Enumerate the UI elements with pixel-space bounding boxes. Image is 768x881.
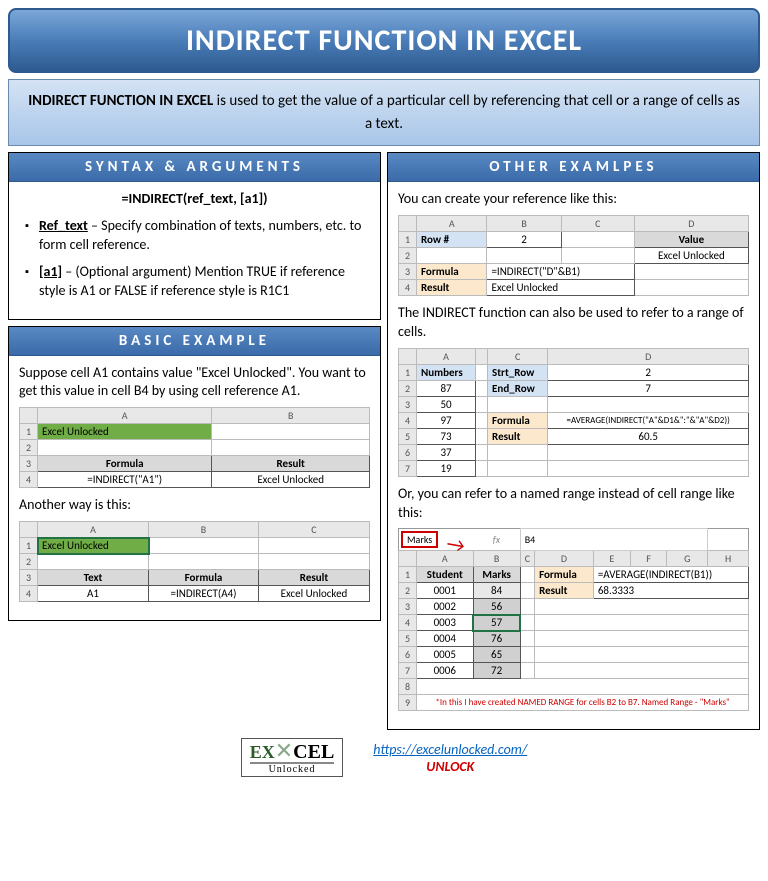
footer: EX✕CEL Unlocked https://excelunlocked.co… (8, 738, 760, 777)
basic-example-box: BASIC EXAMPLE Suppose cell A1 contains v… (8, 326, 381, 622)
other-p2: The INDIRECT function can also be used t… (398, 304, 749, 342)
unlock-text: UNLOCK (426, 758, 474, 775)
basic-table-1: AB 1Excel Unlocked 2 3FormulaResult 4=IN… (19, 407, 370, 488)
syntax-box: SYNTAX & ARGUMENTS =INDIRECT(ref_text, [… (8, 152, 381, 320)
named-range-footnote: *In this I have created NAMED RANGE for … (417, 695, 749, 711)
other-table-1: ABCD 1Row #2Value 2Excel Unlocked 3Formu… (398, 215, 749, 296)
subtitle-box: INDIRECT FUNCTION IN EXCEL is used to ge… (8, 79, 760, 146)
other-table-2: ACD 1NumbersStrt_Row2 287End_Row7 350 49… (398, 348, 749, 477)
other-examples-box: OTHER EXAMLPES You can create your refer… (387, 152, 760, 730)
subtitle-bold: INDIRECT FUNCTION IN EXCEL (28, 92, 213, 110)
name-box: Marks (401, 531, 438, 548)
basic-header: BASIC EXAMPLE (9, 327, 380, 356)
other-p3: Or, you can refer to a named range inste… (398, 485, 749, 523)
x-icon: ✕ (275, 738, 293, 763)
syntax-header: SYNTAX & ARGUMENTS (9, 153, 380, 182)
syntax-formula: =INDIRECT(ref_text, [a1]) (19, 190, 370, 207)
other-header: OTHER EXAMLPES (388, 153, 759, 182)
subtitle-text: is used to get the value of a particular… (213, 92, 740, 133)
basic-table-2: ABC 1Excel Unlocked 2 3TextFormulaResult… (19, 521, 370, 602)
other-p1: You can create your reference like this: (398, 190, 749, 209)
logo: EX✕CEL Unlocked (241, 738, 344, 777)
basic-intro: Suppose cell A1 contains value "Excel Un… (19, 364, 370, 402)
main-title: INDIRECT FUNCTION IN EXCEL (8, 8, 760, 73)
arg-a1: [a1] – (Optional argument) Mention TRUE … (25, 263, 370, 301)
site-link[interactable]: https://excelunlocked.com/ (373, 741, 527, 758)
basic-another: Another way is this: (19, 496, 370, 515)
other-table-3: Marks↘fxB4 ABCDEFGH 1StudentMarksFormula… (398, 528, 749, 711)
arg-ref-text: Ref_text – Specify combination of texts,… (25, 217, 370, 255)
